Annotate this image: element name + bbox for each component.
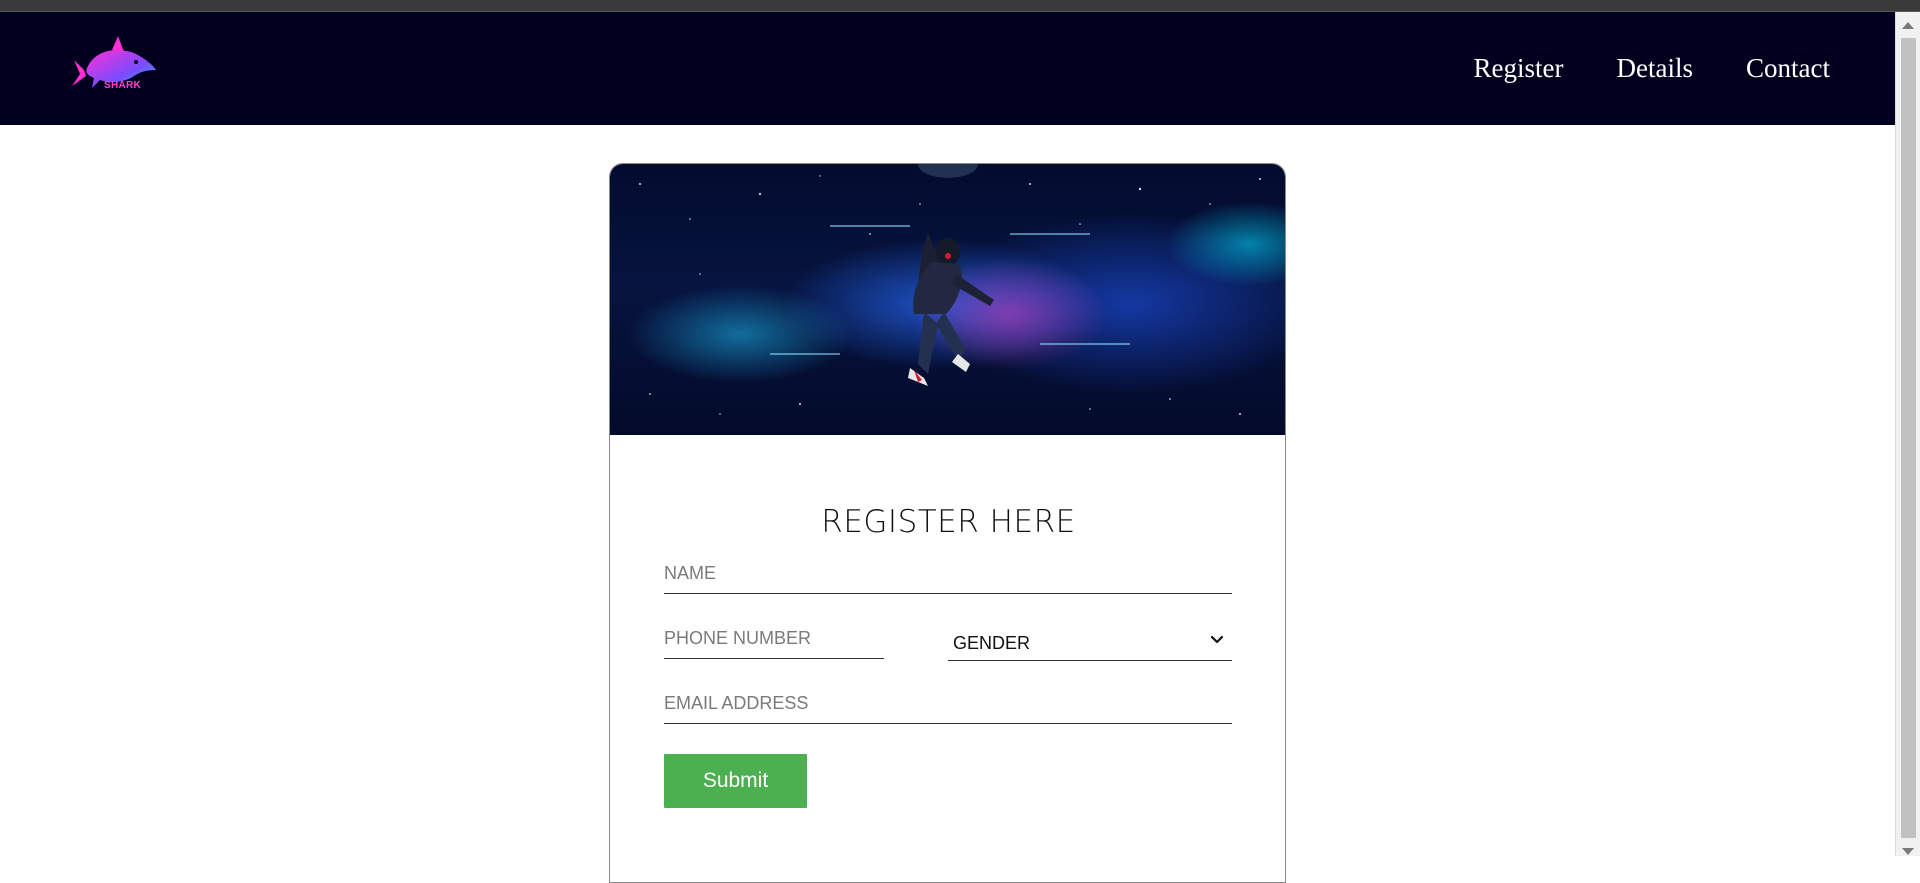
nav-link-register[interactable]: Register <box>1474 53 1564 84</box>
submit-button[interactable]: Submit <box>664 754 807 808</box>
chevron-down-icon <box>1210 635 1224 644</box>
email-address-input[interactable] <box>664 684 1232 724</box>
nav-link-details[interactable]: Details <box>1617 53 1693 84</box>
phone-number-input[interactable] <box>664 619 884 659</box>
gender-select[interactable]: GENDER <box>948 619 1232 661</box>
hero-space-illustration <box>639 164 1261 415</box>
name-input[interactable] <box>664 554 1232 594</box>
navbar: SHARK Register Details Contact <box>0 12 1895 125</box>
browser-top-strip <box>0 0 1920 12</box>
scroll-thumb[interactable] <box>1901 38 1916 838</box>
form-title: REGISTER HERE <box>821 503 1076 540</box>
shark-logo[interactable]: SHARK <box>66 26 160 120</box>
shark-logo-icon <box>72 36 156 88</box>
scroll-up-arrow-icon[interactable] <box>1902 22 1914 29</box>
register-card: REGISTER HERE GENDER Submit <box>609 163 1286 883</box>
nav-links: Register Details Contact <box>1474 12 1830 125</box>
nav-link-contact[interactable]: Contact <box>1746 53 1830 84</box>
logo-text: SHARK <box>104 80 142 91</box>
scroll-down-arrow-icon[interactable] <box>1902 848 1914 855</box>
gender-select-value: GENDER <box>953 633 1031 653</box>
hero-image <box>610 164 1285 435</box>
page-scrollbar[interactable] <box>1895 12 1920 856</box>
